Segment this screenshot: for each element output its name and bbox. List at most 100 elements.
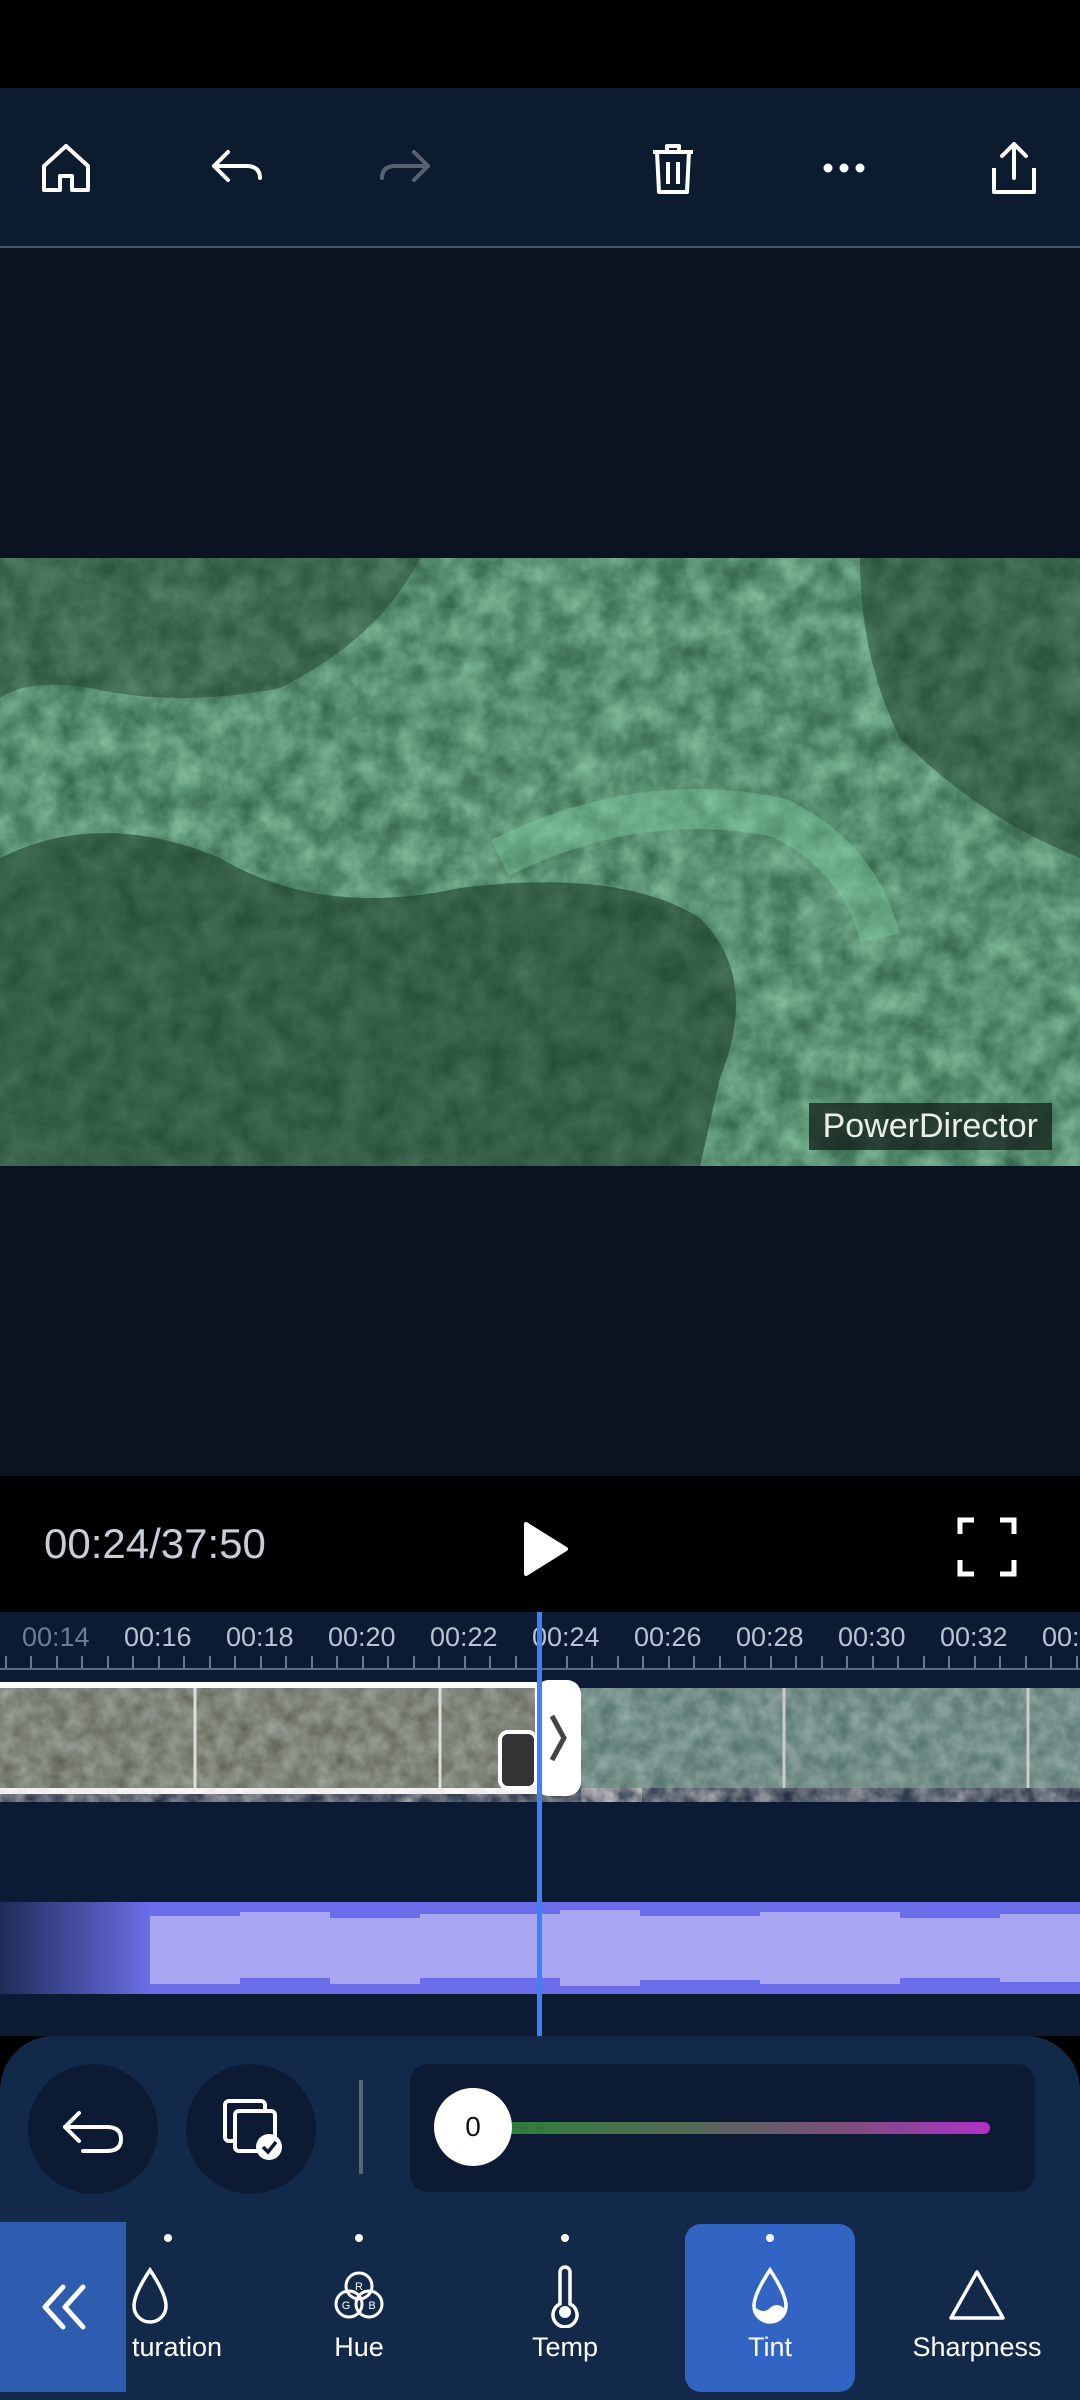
tick-mark	[285, 1656, 287, 1668]
tick-mark	[948, 1656, 950, 1668]
tick-mark	[55, 1656, 58, 1668]
tick-mark	[157, 1656, 160, 1668]
video-preview[interactable]: PowerDirector	[0, 558, 1080, 1166]
fullscreen-icon	[957, 1517, 1017, 1577]
saturation-drop-icon	[132, 2266, 168, 2324]
indicator-dot	[355, 2234, 363, 2242]
apply-to-all-button[interactable]	[186, 2064, 316, 2194]
home-button[interactable]	[26, 128, 106, 208]
svg-text:R: R	[355, 2281, 363, 2293]
tool-label: Sharpness	[912, 2332, 1042, 2362]
tick-label: 00:16	[124, 1622, 192, 1652]
slider-track[interactable]	[500, 2122, 990, 2134]
tick-label: 00:24	[532, 1622, 600, 1652]
indicator-dot	[164, 2234, 172, 2242]
undo-icon	[212, 150, 262, 182]
tick-mark	[183, 1656, 185, 1668]
share-icon	[992, 142, 1036, 194]
tick-label: 00:18	[226, 1622, 294, 1652]
tick-mark	[769, 1656, 772, 1668]
tick-mark	[667, 1656, 670, 1668]
tick-mark	[310, 1656, 313, 1668]
trash-icon	[653, 144, 693, 194]
more-button[interactable]	[804, 128, 884, 208]
tick-label: 00:22	[430, 1622, 498, 1652]
home-icon	[42, 144, 90, 192]
tick-mark	[616, 1656, 619, 1668]
tool-saturation[interactable]: turation	[86, 2224, 250, 2392]
tool-temp[interactable]: Temp	[480, 2224, 650, 2392]
indicator-dot	[766, 2234, 774, 2242]
tick-mark	[463, 1656, 466, 1668]
triangle-icon	[949, 2270, 1005, 2320]
time-display: 00:24/37:50	[44, 1520, 266, 1567]
playhead[interactable]	[537, 1612, 542, 2036]
tool-label: Tint	[747, 2332, 792, 2362]
tick-mark	[744, 1656, 746, 1668]
tool-label: Temp	[531, 2332, 599, 2362]
double-chevron-left-icon	[42, 2284, 86, 2330]
tool-hue[interactable]: R G B Hue	[274, 2224, 444, 2392]
tick-mark	[591, 1656, 593, 1668]
tool-sharpness[interactable]: Sharpness	[892, 2224, 1062, 2392]
tick-mark	[132, 1656, 134, 1668]
svg-text:B: B	[368, 2300, 375, 2312]
tick-mark	[1075, 1656, 1078, 1668]
tick-mark	[718, 1656, 721, 1668]
adjustment-panel: 0 turation R G B Hue Temp Tint Sharpness	[0, 2036, 1080, 2400]
tick-mark	[361, 1656, 364, 1668]
tick-label: 00:20	[328, 1622, 396, 1652]
more-icon	[823, 163, 865, 173]
tick-mark	[846, 1656, 848, 1668]
tick-mark	[642, 1656, 644, 1668]
tick-mark	[999, 1656, 1001, 1668]
tick-mark	[489, 1656, 491, 1668]
redo-button[interactable]	[366, 128, 446, 208]
tick-mark	[897, 1656, 899, 1668]
status-bar	[0, 0, 1080, 88]
tick-mark	[106, 1656, 109, 1668]
tick-label: 00:30	[838, 1622, 906, 1652]
delete-button[interactable]	[633, 128, 713, 208]
undo-button[interactable]	[196, 128, 276, 208]
slider-knob[interactable]: 0	[434, 2088, 512, 2166]
video-frame-image	[0, 558, 1080, 1166]
tick-mark	[387, 1656, 389, 1668]
tick-mark	[336, 1656, 338, 1668]
tint-drop-icon	[752, 2266, 788, 2324]
indicator-dot	[561, 2234, 569, 2242]
tick-mark	[565, 1656, 568, 1668]
play-button[interactable]	[510, 1516, 576, 1582]
tool-label: turation	[132, 2332, 223, 2362]
tint-slider[interactable]: 0	[410, 2064, 1035, 2192]
timeline[interactable]: 00:14 00:16 00:18 00:20 00:22 00:24 00:26 00:28…	[0, 1612, 1080, 2036]
tick-mark	[1050, 1656, 1052, 1668]
play-icon	[524, 1522, 568, 1576]
tick-mark	[438, 1656, 440, 1668]
tick-mark	[81, 1656, 83, 1668]
tick-mark	[412, 1656, 415, 1668]
tick-label: 00:	[1042, 1622, 1080, 1652]
tick-mark	[693, 1656, 695, 1668]
reset-button[interactable]	[28, 2064, 158, 2194]
reset-icon	[63, 2111, 124, 2153]
top-toolbar	[0, 88, 1080, 248]
tick-mark	[871, 1656, 874, 1668]
share-button[interactable]	[974, 128, 1054, 208]
rgb-circles-icon: R G B	[334, 2271, 384, 2319]
tick-mark	[795, 1656, 797, 1668]
tick-mark	[973, 1656, 976, 1668]
tick-mark	[234, 1656, 236, 1668]
redo-icon	[380, 150, 430, 182]
fullscreen-button[interactable]	[954, 1514, 1020, 1580]
tick-label: 00:32	[940, 1622, 1008, 1652]
tool-tint[interactable]: Tint	[685, 2224, 855, 2392]
player-bar: 00:24/37:50	[0, 1476, 1080, 1612]
tick-mark	[922, 1656, 925, 1668]
tick-mark	[820, 1656, 823, 1668]
tool-label: Hue	[334, 2332, 384, 2362]
watermark: PowerDirector	[808, 1103, 1052, 1150]
tick-mark	[208, 1656, 211, 1668]
tick-mark	[4, 1656, 7, 1668]
tick-mark	[1024, 1656, 1027, 1668]
